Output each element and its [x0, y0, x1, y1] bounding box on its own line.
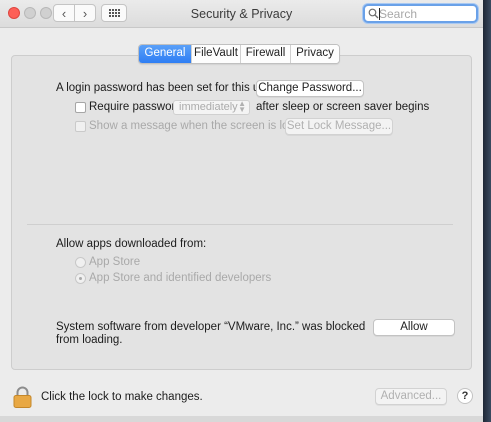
help-button[interactable]: ?: [457, 388, 473, 404]
tab-filevault[interactable]: FileVault: [191, 45, 240, 63]
set-lock-message-button[interactable]: Set Lock Message...: [285, 118, 393, 135]
text-caret: [379, 8, 380, 20]
security-privacy-window: ‹ › Security & Privacy General FileVault…: [0, 0, 483, 422]
tab-bar: General FileVault Firewall Privacy: [138, 44, 340, 64]
change-password-button[interactable]: Change Password...: [256, 80, 364, 97]
radio-app-store-identified-label: App Store and identified developers: [89, 272, 272, 284]
tab-privacy[interactable]: Privacy: [290, 45, 339, 63]
after-sleep-text: after sleep or screen saver begins: [256, 101, 430, 113]
timing-select-value: immediately: [179, 101, 238, 113]
show-message-checkbox[interactable]: [75, 121, 86, 132]
radio-app-store[interactable]: [75, 257, 86, 268]
show-message-label: Show a message when the screen is locked: [89, 120, 313, 132]
section-divider: [27, 224, 453, 225]
login-password-text: A login password has been set for this u…: [56, 82, 276, 94]
radio-app-store-identified[interactable]: [75, 273, 86, 284]
search-field[interactable]: [363, 4, 478, 23]
search-icon: [368, 8, 379, 19]
updown-arrows-icon: ▲ ▼: [238, 99, 246, 114]
allow-button[interactable]: Allow: [373, 319, 455, 336]
advanced-button[interactable]: Advanced...: [375, 388, 447, 405]
lock-icon[interactable]: [13, 386, 32, 408]
require-password-timing-select[interactable]: immediately ▲ ▼: [173, 100, 250, 115]
require-password-checkbox[interactable]: [75, 102, 86, 113]
tab-general[interactable]: General: [139, 45, 191, 63]
search-input[interactable]: [379, 7, 471, 21]
require-password-label: Require password: [89, 101, 182, 113]
desktop-background: [483, 0, 491, 422]
bottom-edge: [0, 416, 483, 422]
title-bar: ‹ › Security & Privacy: [0, 0, 483, 28]
radio-app-store-label: App Store: [89, 256, 141, 268]
tab-firewall[interactable]: Firewall: [240, 45, 290, 63]
blocked-software-text: System software from developer “VMware, …: [56, 321, 366, 333]
blocked-software-text-line2: from loading.: [56, 334, 123, 346]
lock-instruction-text: Click the lock to make changes.: [41, 391, 203, 403]
allow-apps-heading: Allow apps downloaded from:: [56, 238, 207, 250]
